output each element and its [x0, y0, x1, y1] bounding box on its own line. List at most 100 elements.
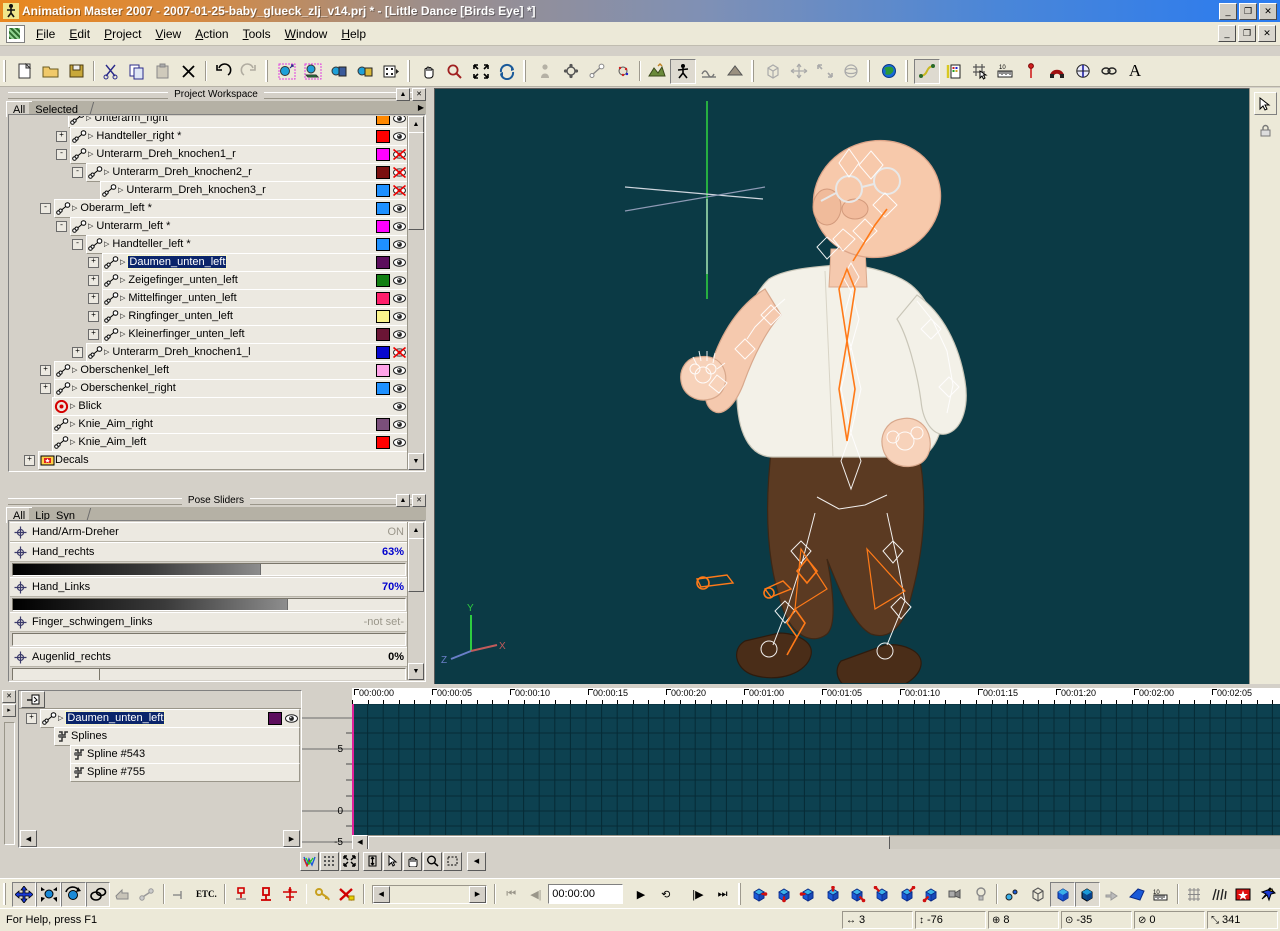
timeline-tree-row[interactable]: Splines [20, 727, 300, 745]
toolbar-grip[interactable] [265, 60, 271, 82]
tree-disclosure-triangle[interactable]: ▷ [70, 438, 75, 446]
zoom-icon[interactable] [423, 852, 442, 871]
tree-scroll-thumb[interactable] [408, 132, 424, 230]
tree-disclosure-triangle[interactable]: ▷ [86, 116, 91, 122]
keyframe-filter-icon[interactable] [168, 882, 193, 907]
bone-color-swatch[interactable] [376, 220, 390, 233]
choreography-icon[interactable] [722, 59, 748, 84]
tree-disclosure-triangle[interactable]: ▷ [104, 348, 109, 356]
pose-slider-track[interactable] [12, 563, 406, 576]
menu-edit[interactable]: Edit [62, 24, 97, 44]
workspace-collapse-button[interactable]: ▲ [396, 88, 410, 101]
undo-icon[interactable] [210, 59, 236, 84]
timeline-horizontal-scrollbar[interactable]: ◀ [352, 835, 1280, 849]
pan-hand-icon[interactable] [416, 59, 442, 84]
view-user-icon[interactable] [894, 882, 919, 907]
tree-disclosure-triangle[interactable]: ▷ [120, 258, 125, 266]
pose-handle-icon[interactable] [14, 651, 27, 664]
3d-viewport[interactable]: Y X Z [434, 88, 1250, 686]
link-icon[interactable] [1096, 59, 1122, 84]
pose-slider-track[interactable] [12, 668, 406, 680]
light-view-icon[interactable] [968, 882, 993, 907]
visibility-on-icon[interactable] [392, 363, 407, 377]
loop-icon[interactable]: ⟲ [653, 882, 678, 907]
tree-row-label-box[interactable]: ▷Kleinerfinger_unten_left [102, 325, 408, 344]
tree-row-label-box[interactable]: ▷Oberschenkel_right [54, 379, 408, 398]
tree-row-label-box[interactable]: ▷Zeigefinger_unten_left [102, 271, 408, 290]
bone-color-swatch[interactable] [376, 310, 390, 323]
curve-view-icon[interactable] [300, 852, 319, 871]
tree-row[interactable]: +▷Zeigefinger_unten_left [10, 271, 408, 289]
magnet-icon[interactable] [1044, 59, 1070, 84]
ruler-icon[interactable]: 10 [992, 59, 1018, 84]
delete-icon[interactable] [176, 59, 202, 84]
minimize-button[interactable]: _ [1219, 3, 1237, 20]
key-model-icon[interactable] [253, 882, 278, 907]
pose-handle-icon[interactable] [14, 546, 27, 559]
toolbar-grip[interactable] [3, 60, 9, 82]
scale-icon[interactable] [812, 59, 838, 84]
toolbar-grip[interactable] [905, 60, 911, 82]
visibility-on-icon[interactable] [392, 219, 407, 233]
shaded-wire-icon[interactable] [1070, 59, 1096, 84]
pose-slider-list[interactable]: Hand/Arm-DreherONHand_rechts63%Hand_Link… [10, 522, 408, 680]
timeline-row-label-box[interactable]: ▷Daumen_unten_left [40, 709, 300, 728]
visibility-on-icon[interactable] [392, 237, 407, 251]
tree-row-label-box[interactable]: ▷Mittelfinger_unten_left [102, 289, 408, 308]
tree-row[interactable]: -▷Handteller_left * [10, 235, 408, 253]
fit-view-icon[interactable] [468, 59, 494, 84]
timeline-disclosure-triangle[interactable]: ▷ [58, 714, 63, 722]
tree-row-label-box[interactable]: ▷Blick [52, 397, 408, 416]
spline-icon[interactable] [914, 59, 940, 84]
menu-project[interactable]: Project [97, 24, 148, 44]
tree-row[interactable]: ▷Knie_Aim_right [10, 415, 408, 433]
tree-row-label-box[interactable]: ▷Oberarm_left * [54, 199, 408, 218]
bone-color-swatch[interactable] [376, 436, 390, 449]
toolbar-grip[interactable] [3, 883, 9, 905]
camera-view-icon[interactable] [944, 882, 969, 907]
select-arrow-icon[interactable] [383, 852, 402, 871]
frame-scrubber[interactable]: ◀▶ [372, 885, 487, 904]
timeline-tree-scroll-left[interactable]: ◀ [20, 830, 37, 847]
step-forward-icon[interactable]: |▶ [686, 882, 711, 907]
current-time-field[interactable]: 00:00:00 [548, 884, 623, 904]
menu-action[interactable]: Action [188, 24, 235, 44]
tree-row-label-box[interactable]: ▷Unterarm_Dreh_knochen1_l [86, 343, 408, 362]
muscle-mode-icon[interactable] [610, 59, 636, 84]
animate-mode-icon[interactable] [670, 59, 696, 84]
tree-row-label-box[interactable]: Decals [38, 451, 408, 470]
skip-end-icon[interactable]: ⏭ [710, 882, 735, 907]
pin-icon[interactable] [1018, 59, 1044, 84]
tree-row[interactable]: +▷Oberschenkel_right [10, 379, 408, 397]
tree-row-label-box[interactable]: ▷Ringfinger_unten_left [102, 307, 408, 326]
tree-expand-icon[interactable]: + [88, 257, 99, 268]
marquee-select-icon[interactable] [443, 852, 462, 871]
visibility-on-icon[interactable] [284, 711, 299, 725]
new-model-icon[interactable] [274, 59, 300, 84]
timeline-expand-icon[interactable]: + [26, 713, 37, 724]
tree-scroll-up-button[interactable]: ▲ [408, 116, 424, 133]
bone-color-swatch[interactable] [376, 148, 390, 161]
timeline-tree-row[interactable]: +▷Daumen_unten_left [20, 709, 300, 727]
frame-scrub-left[interactable]: ◀ [373, 886, 390, 903]
timeline-tree-scroll-right[interactable]: ▶ [283, 830, 300, 847]
tree-disclosure-triangle[interactable]: ▷ [70, 402, 75, 410]
poses-scroll-thumb[interactable] [408, 538, 424, 592]
text-tool-icon[interactable]: A [1122, 59, 1148, 84]
visibility-on-icon[interactable] [392, 129, 407, 143]
tree-row[interactable]: +Decals [10, 451, 408, 469]
new-file-icon[interactable] [12, 59, 38, 84]
tree-row-label-box[interactable]: ▷Unterarm_Dreh_knochen1_r [70, 145, 408, 164]
poses-vertical-scrollbar[interactable]: ▲ ▼ [407, 522, 424, 680]
tree-disclosure-triangle[interactable]: ▷ [104, 168, 109, 176]
visibility-on-icon[interactable] [392, 255, 407, 269]
tree-row-label-box[interactable]: ▷Daumen_unten_left [102, 253, 408, 272]
tree-expand-icon[interactable]: + [40, 383, 51, 394]
redo-icon[interactable] [236, 59, 262, 84]
pose-handle-icon[interactable] [14, 581, 27, 594]
child-restore-button[interactable]: ❐ [1238, 25, 1256, 42]
pin-icon[interactable] [21, 691, 45, 708]
view-top-icon[interactable] [845, 882, 870, 907]
tree-collapse-icon[interactable]: - [56, 149, 67, 160]
grid-toggle-icon[interactable] [1182, 882, 1207, 907]
